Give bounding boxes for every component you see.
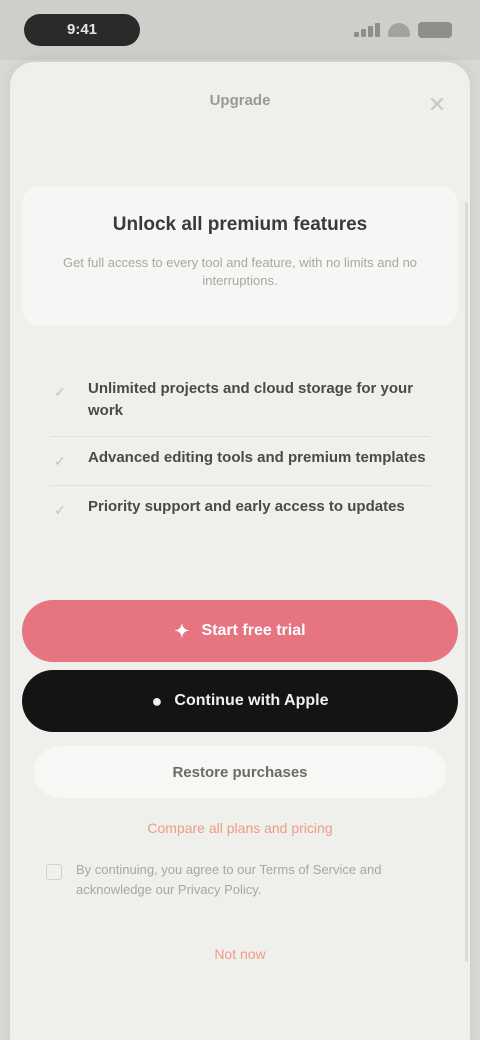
check-icon: ✓ [54,383,66,400]
status-time: 9:41 [66,21,98,38]
terms-text: By continuing, you agree to our Terms of… [76,862,382,897]
feature-list: ✓ Unlimited projects and cloud storage f… [50,368,430,534]
feature-text: Advanced editing tools and premium templ… [88,449,426,466]
restore-purchases-button[interactable]: Restore purchases [34,746,446,798]
continue-apple-button[interactable]: ● Continue with Apple [22,670,458,732]
info-subtitle: Get full access to every tool and featur… [62,255,418,288]
feature-item: ✓ Unlimited projects and cloud storage f… [50,368,430,437]
wifi-icon [388,23,410,37]
restore-purchases-label: Restore purchases [172,763,308,781]
start-trial-label: Start free trial [201,622,306,639]
status-bar: 9:41 [0,0,480,60]
paywall-sheet: Upgrade ✕ Unlock all premium features Ge… [10,62,470,1040]
apple-icon: ● [151,690,163,711]
sheet-title: Upgrade [209,92,271,109]
start-trial-button[interactable]: ✦ Start free trial [22,600,458,662]
close-button[interactable]: ✕ [424,92,450,118]
feature-item: ✓ Priority support and early access to u… [50,486,430,534]
signal-icon [354,23,380,37]
check-icon: ✓ [54,452,66,469]
checkbox-icon[interactable] [46,864,62,880]
check-icon: ✓ [54,501,66,518]
close-icon: ✕ [427,92,447,117]
status-icons [354,20,452,40]
info-card: Unlock all premium features Get full acc… [22,186,458,326]
sparkle-icon: ✦ [174,620,190,641]
info-heading: Unlock all premium features [112,214,368,235]
not-now-link[interactable]: Not now [10,946,470,962]
battery-icon [418,22,452,38]
feature-text: Priority support and early access to upd… [88,498,405,515]
terms-notice: By continuing, you agree to our Terms of… [46,860,434,900]
continue-apple-label: Continue with Apple [174,692,329,709]
feature-text: Unlimited projects and cloud storage for… [88,380,414,419]
feature-item: ✓ Advanced editing tools and premium tem… [50,437,430,486]
scrollbar[interactable] [465,202,468,962]
compare-plans-link[interactable]: Compare all plans and pricing [10,820,470,836]
